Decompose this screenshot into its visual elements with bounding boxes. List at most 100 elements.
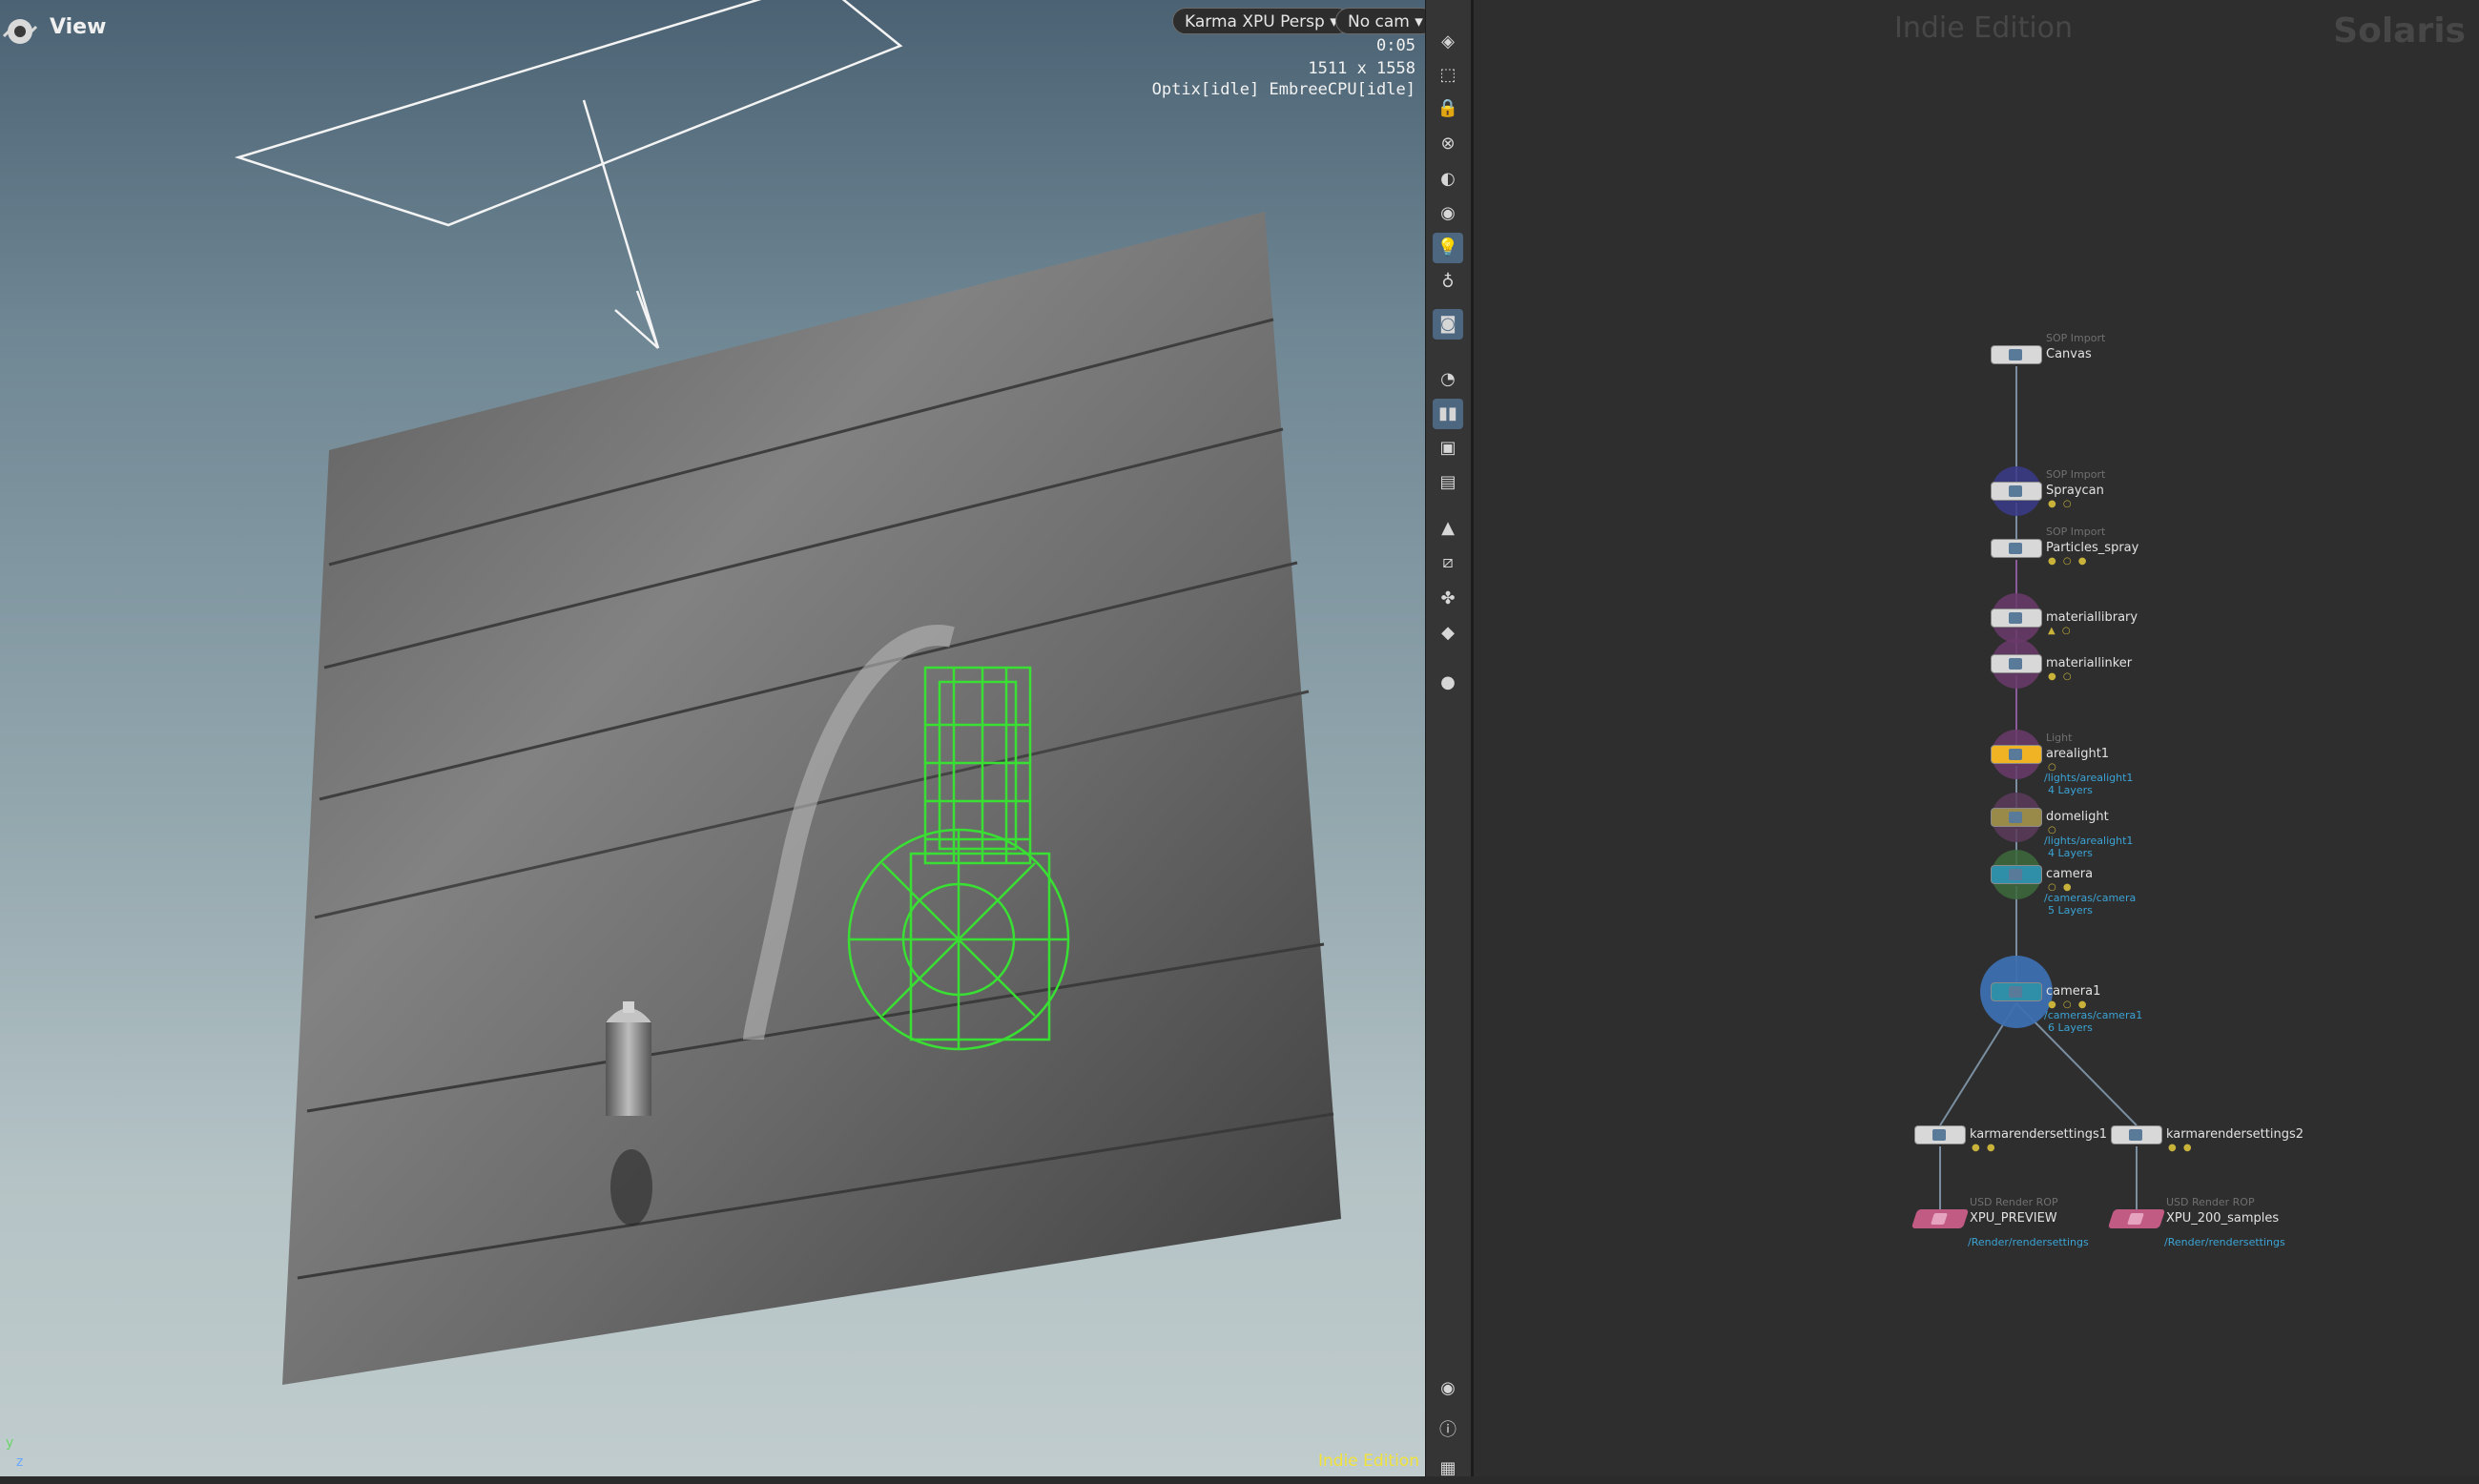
- edition-label: Indie Edition: [1318, 1452, 1419, 1471]
- axis-z-label: z: [16, 1454, 24, 1470]
- snapshot-button[interactable]: ▣: [1433, 433, 1463, 464]
- node-layers-label: 5 Layers: [2048, 904, 2093, 917]
- viewport-eye-button[interactable]: ◉: [1433, 1373, 1463, 1404]
- viewport-toolbar: ◈ ⬚ 🔒 ⊗ ◐ ◉ 💡 ♁ ◙ ◔ ▮▮ ▣ ▤ ▲ ⧄ ✤ ◆ ● ◉ ⓘ ▦: [1425, 0, 1473, 1477]
- pause-render-button[interactable]: ▮▮: [1433, 399, 1463, 429]
- render-engine-status: Optix[idle] EmbreeCPU[idle]: [1151, 80, 1415, 99]
- node-body[interactable]: [1914, 1125, 1966, 1144]
- close-camera-button[interactable]: ⊗: [1433, 129, 1463, 159]
- node-name-label: camera1: [2046, 984, 2101, 999]
- color-correction-button[interactable]: ▲: [1433, 513, 1463, 544]
- axis-y-label: y: [6, 1435, 14, 1451]
- spray-can[interactable]: [606, 1001, 652, 1226]
- node-flags: ▲ ○: [2048, 626, 2073, 636]
- node-flags: ● ●: [1972, 1143, 1997, 1153]
- node-type-icon: [2009, 485, 2022, 497]
- network-editor[interactable]: Indie Edition Solaris SOP Import Canvas SO…: [1474, 0, 2479, 1476]
- node-flags: ● ●: [2168, 1143, 2194, 1153]
- visibility-eye-button[interactable]: ◔: [1433, 364, 1463, 395]
- render-region-button[interactable]: ▤: [1433, 467, 1463, 498]
- viewport-eye-icon: ◉: [1440, 1378, 1456, 1398]
- close-camera-icon: ⊗: [1440, 134, 1456, 154]
- scene-canvas[interactable]: [0, 0, 1425, 1476]
- concrete-wall[interactable]: [282, 212, 1341, 1385]
- renderer-menu-label: Karma XPU Persp: [1185, 12, 1325, 31]
- light-mode-button[interactable]: ♁: [1433, 267, 1463, 298]
- layout-grid-button[interactable]: ▦: [1433, 1453, 1463, 1484]
- chevron-down-icon: ▾: [1415, 12, 1423, 31]
- node-type-icon: [2129, 1129, 2142, 1141]
- node-body[interactable]: [1991, 482, 2042, 501]
- node-body[interactable]: [1991, 345, 2042, 364]
- renderer-camera-menu[interactable]: Karma XPU Persp ▾: [1172, 8, 1351, 34]
- info-icon: ⓘ: [1439, 1420, 1456, 1440]
- lock-camera-button[interactable]: 🔒: [1433, 93, 1463, 124]
- node-body[interactable]: [1991, 539, 2042, 558]
- node-type-label: Light: [2046, 732, 2073, 744]
- node-body[interactable]: [1991, 654, 2042, 673]
- geometry-select-icon: ⧄: [1442, 552, 1454, 572]
- node-name-label: Spraycan: [2046, 484, 2104, 498]
- info-button[interactable]: ⓘ: [1433, 1415, 1463, 1446]
- node-type-icon: [1931, 1213, 1948, 1225]
- color-correction-icon: ▲: [1441, 518, 1455, 538]
- primitive-select-button[interactable]: ◆: [1433, 618, 1463, 649]
- background-sphere-icon: ●: [1440, 672, 1456, 692]
- node-type-icon: [2009, 812, 2022, 823]
- render-region-icon: ▤: [1439, 472, 1456, 492]
- node-type-icon: [2009, 658, 2022, 670]
- node-layers-label: 4 Layers: [2048, 847, 2093, 859]
- scene-lights-icon: 💡: [1436, 237, 1459, 258]
- node-type-label: USD Render ROP: [1970, 1196, 2058, 1208]
- node-path-label: /lights/arealight1: [2044, 772, 2134, 784]
- headlight-icon: ◉: [1440, 203, 1456, 223]
- houdini-view-icon[interactable]: [2, 15, 38, 48]
- node-name-label: camera: [2046, 867, 2094, 881]
- layout-grid-icon: ▦: [1439, 1458, 1456, 1478]
- pause-render-icon: ▮▮: [1438, 403, 1457, 423]
- node-body[interactable]: [1991, 982, 2042, 1001]
- viewport-header: View: [0, 0, 286, 57]
- instance-select-button[interactable]: ✤: [1433, 584, 1463, 614]
- scene-lights-button[interactable]: 💡: [1433, 233, 1463, 263]
- scene-viewport[interactable]: View Karma XPU Persp ▾ No cam ▾ 0:05 151…: [0, 0, 1425, 1476]
- node-type-icon: [2127, 1213, 2144, 1225]
- primitive-select-icon: ◆: [1441, 623, 1455, 643]
- instance-select-icon: ✤: [1440, 588, 1456, 608]
- node-body[interactable]: [2107, 1209, 2166, 1228]
- node-body[interactable]: [1911, 1209, 1970, 1228]
- node-type-icon: [1932, 1129, 1946, 1141]
- geometry-select-button[interactable]: ⧄: [1433, 547, 1463, 578]
- node-layers-label: 4 Layers: [2048, 784, 2093, 796]
- node-name-label: domelight: [2046, 810, 2109, 824]
- node-name-label: arealight1: [2046, 747, 2110, 761]
- node-flags: ● ○ ●: [2048, 556, 2089, 567]
- background-sphere-button[interactable]: ●: [1433, 668, 1463, 698]
- view-options-button[interactable]: ⬚: [1433, 60, 1463, 91]
- render-camera-button[interactable]: ◙: [1433, 309, 1463, 340]
- node-path-label: /lights/arealight1: [2044, 835, 2134, 847]
- node-body[interactable]: [1991, 745, 2042, 764]
- area-light-gizmo[interactable]: [234, 0, 903, 349]
- node-name-label: karmarendersettings2: [2166, 1127, 2304, 1142]
- node-name-label: Particles_spray: [2046, 541, 2139, 555]
- camera-select-menu[interactable]: No cam ▾: [1335, 8, 1425, 34]
- lock-camera-icon: 🔒: [1436, 98, 1459, 118]
- display-options-button[interactable]: ◈: [1433, 27, 1463, 57]
- node-type-icon: [2009, 612, 2022, 624]
- display-options-icon: ◈: [1441, 31, 1455, 52]
- shading-mode-button[interactable]: ◐: [1433, 164, 1463, 195]
- node-layers-label: 6 Layers: [2048, 1021, 2093, 1034]
- node-type-label: USD Render ROP: [2166, 1196, 2255, 1208]
- node-type-icon: [2009, 869, 2022, 880]
- headlight-button[interactable]: ◉: [1433, 198, 1463, 229]
- camera-menu-label: No cam: [1348, 12, 1410, 31]
- shading-mode-icon: ◐: [1440, 169, 1456, 189]
- light-mode-icon: ♁: [1441, 272, 1455, 292]
- node-body[interactable]: [1991, 808, 2042, 827]
- node-body[interactable]: [1991, 608, 2042, 628]
- node-path-label: /Render/rendersettings: [2164, 1236, 2285, 1248]
- node-body[interactable]: [2111, 1125, 2162, 1144]
- node-body[interactable]: [1991, 865, 2042, 884]
- render-time: 0:05: [1376, 36, 1415, 55]
